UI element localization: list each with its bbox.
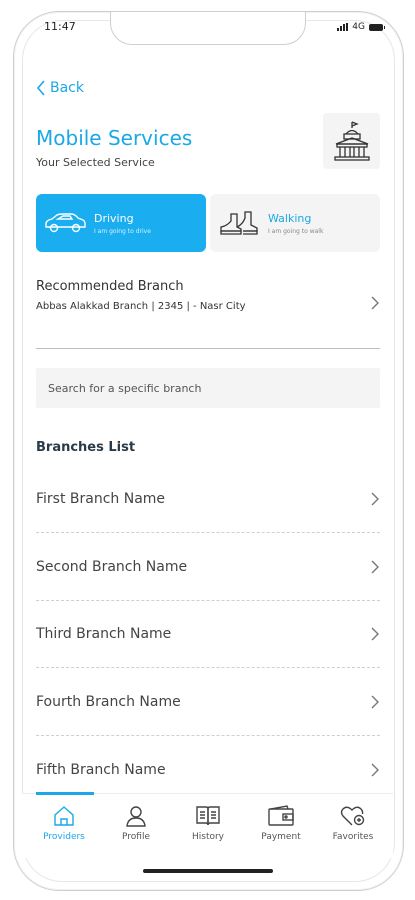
mode-driving-sub: I am going to drive [94, 227, 151, 235]
bottom-tab-bar: Providers Profile History Payment Favori… [22, 792, 393, 858]
branch-name: Fifth Branch Name [36, 761, 166, 778]
shoes-icon [220, 211, 258, 235]
tab-providers[interactable]: Providers [27, 804, 101, 842]
mode-walking-label: Walking [268, 211, 312, 225]
tab-favorites[interactable]: Favorites [316, 804, 390, 842]
chevron-right-icon [371, 695, 379, 709]
status-icons: 4G [337, 22, 385, 32]
chevron-right-icon[interactable] [370, 295, 380, 311]
signal-icon [337, 23, 349, 31]
tab-favorites-label: Favorites [332, 832, 374, 842]
branch-name: First Branch Name [36, 491, 166, 507]
mode-walking-sub: I am going to walk [268, 227, 324, 235]
branch-list-item[interactable]: First Branch Name [36, 466, 380, 533]
page-subtitle: Your Selected Service [36, 156, 155, 169]
tab-profile[interactable]: Profile [99, 804, 173, 842]
chevron-right-icon [371, 560, 379, 574]
tab-profile-label: Profile [122, 832, 150, 842]
recommended-branch-value[interactable]: Abbas Alakkad Branch | 2345 | - Nasr Cit… [36, 301, 246, 312]
chevron-right-icon [371, 492, 379, 506]
page-title: Mobile Services [36, 126, 193, 150]
profile-icon [126, 806, 146, 827]
chevron-right-icon [371, 627, 379, 641]
branches-heading: Branches List [36, 440, 136, 455]
tab-history-label: History [191, 832, 225, 842]
wallet-icon [268, 805, 294, 826]
back-button[interactable]: Back [36, 80, 84, 96]
branch-list-item[interactable]: Third Branch Name [36, 601, 380, 668]
branch-list-item[interactable]: Second Branch Name [36, 534, 380, 601]
service-icon-box [323, 113, 380, 169]
home-indicator [143, 869, 273, 873]
active-tab-indicator [36, 792, 94, 795]
book-icon [196, 806, 220, 826]
network-label: 4G [352, 22, 365, 32]
tab-payment-label: Payment [261, 832, 301, 842]
battery-icon [369, 23, 385, 31]
status-time: 11:47 [44, 20, 76, 33]
mode-walking-button[interactable]: Walking I am going to walk [210, 194, 380, 252]
heart-icon [340, 806, 365, 826]
tab-payment[interactable]: Payment [244, 804, 318, 842]
recommended-branch-label: Recommended Branch [36, 279, 184, 294]
back-label: Back [50, 80, 84, 96]
mode-driving-button[interactable]: Driving I am going to drive [36, 194, 206, 252]
notch [110, 12, 306, 45]
government-building-icon [333, 121, 370, 161]
search-input[interactable] [36, 368, 380, 408]
branch-name: Third Branch Name [36, 626, 172, 642]
chevron-left-icon [36, 80, 45, 96]
divider [36, 348, 380, 349]
branch-name: Second Branch Name [36, 559, 188, 575]
home-icon [54, 806, 74, 826]
branch-list-item[interactable]: Fourth Branch Name [36, 669, 380, 736]
tab-history[interactable]: History [171, 804, 245, 842]
branch-name: Fourth Branch Name [36, 694, 181, 710]
tab-providers-label: Providers [43, 832, 85, 842]
mode-driving-label: Driving [94, 211, 134, 225]
chevron-right-icon [371, 763, 379, 776]
car-icon [45, 213, 86, 233]
